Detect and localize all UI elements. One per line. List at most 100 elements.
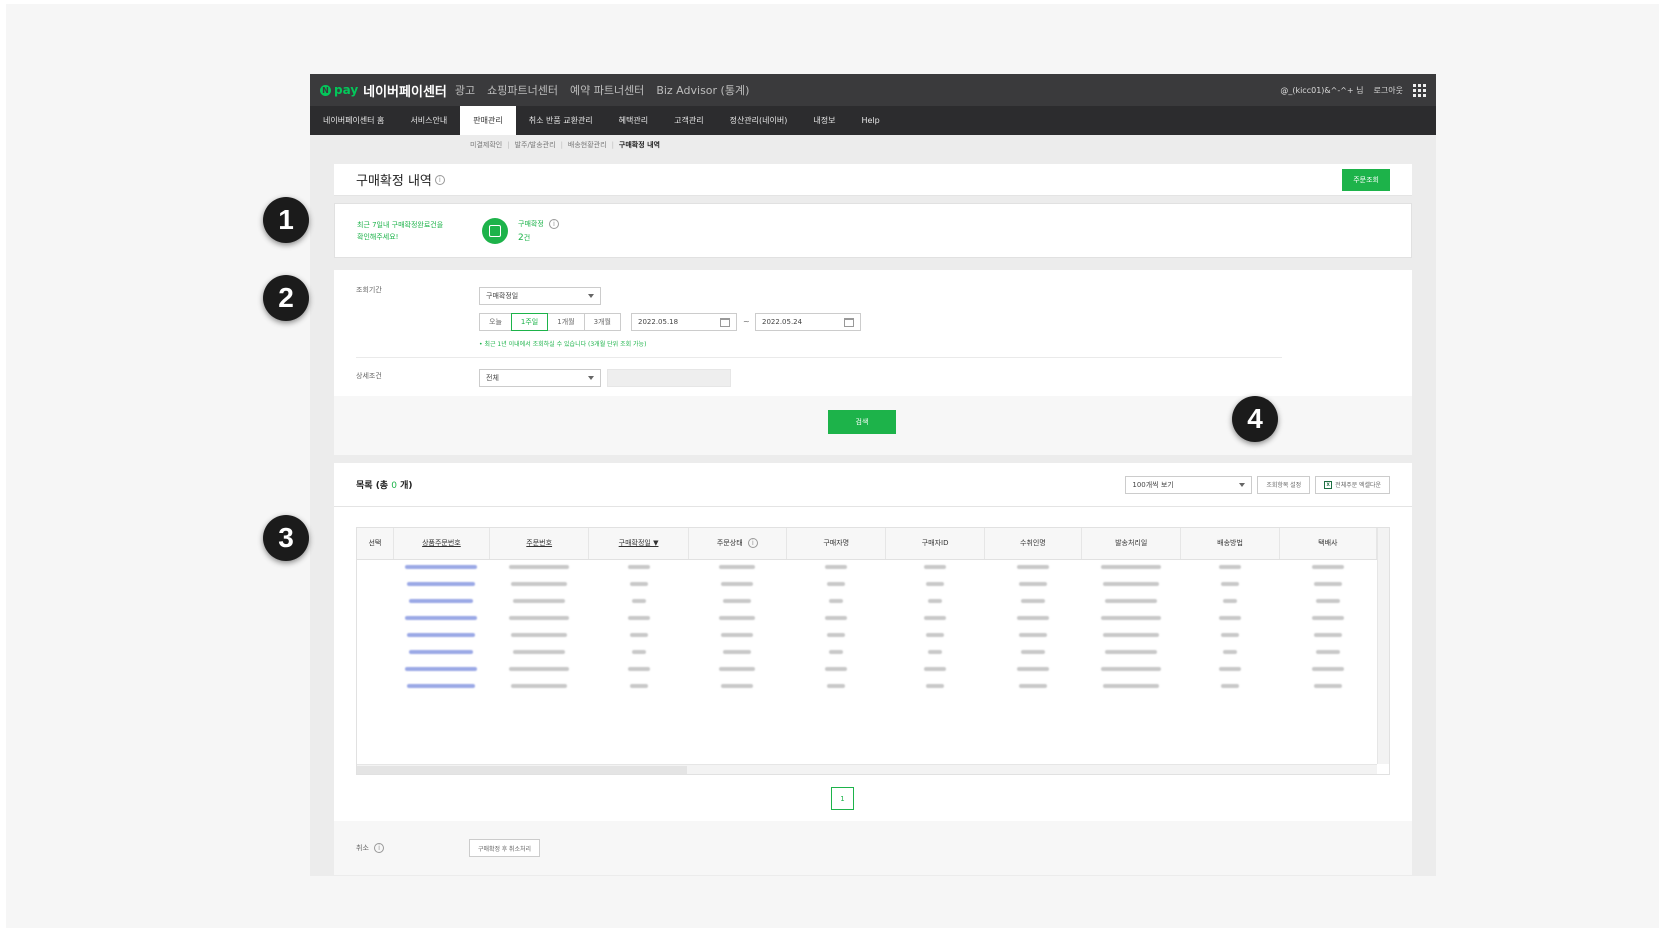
nav-item-help[interactable]: Help: [848, 106, 892, 135]
table-cell: [589, 610, 688, 627]
top-link-biz-advisor[interactable]: Biz Advisor (통계): [656, 82, 749, 98]
table-cell: [490, 627, 589, 644]
detail-search-input[interactable]: [607, 369, 731, 387]
search-button[interactable]: 검색: [828, 410, 896, 434]
detail-condition-select[interactable]: 전체: [479, 369, 601, 387]
blurred-link: [405, 666, 478, 671]
table-cell[interactable]: [393, 661, 489, 678]
npay-logo-mark: N: [320, 84, 331, 96]
info-icon[interactable]: i: [374, 843, 385, 853]
nav-item-cancel-return-exchange[interactable]: 취소 반품 교환관리: [516, 106, 606, 135]
main-nav: 네이버페이센터 홈 서비스안내 판매관리 취소 반품 교환관리 혜택관리 고객관…: [310, 106, 1436, 135]
table-cell: [490, 644, 589, 661]
horizontal-scrollbar[interactable]: [357, 764, 1377, 774]
col-order-no[interactable]: 주문번호: [489, 528, 590, 560]
blurred-text: [827, 632, 846, 637]
end-date-field[interactable]: 2022.05.24: [755, 313, 861, 331]
table-cell: [886, 661, 984, 678]
start-date-field[interactable]: 2022.05.18: [631, 313, 737, 331]
top-link-ad[interactable]: 광고: [455, 82, 475, 98]
table-cell: [589, 678, 688, 695]
table-cell[interactable]: [393, 593, 489, 610]
range-1month-button[interactable]: 1개월: [547, 313, 585, 331]
blurred-text: [1315, 649, 1340, 654]
subnav-item-unpaid[interactable]: 미결제확인: [470, 140, 502, 150]
blurred-text: [825, 666, 848, 671]
vertical-scrollbar[interactable]: [1377, 528, 1389, 764]
top-bar: N pay 네이버페이센터 광고 쇼핑파트너센터 예약 파트너센터 Biz Ad…: [310, 74, 1436, 106]
order-search-button[interactable]: 주문조회: [1342, 168, 1390, 191]
excel-download-button[interactable]: x 전체주문 엑셀다운: [1315, 475, 1390, 494]
col-confirmed-date[interactable]: 구매확정일 ▼: [588, 528, 689, 560]
table-cell: [589, 576, 688, 593]
table-cell: [787, 627, 886, 644]
order-table-container: 선택 상품주문번호 주문번호 구매확정일 ▼ 주문상태 i 구매자명 구매자ID…: [356, 527, 1390, 775]
table-row[interactable]: [357, 559, 1377, 576]
table-row[interactable]: [357, 661, 1377, 678]
calendar-icon[interactable]: [844, 317, 854, 327]
top-link-reservation-partner[interactable]: 예약 파트너센터: [570, 82, 644, 98]
col-buyer-name: 구매자명: [786, 528, 887, 560]
table-cell: [589, 559, 688, 576]
table-cell: [886, 559, 984, 576]
subnav-item-order-shipping[interactable]: 발주/발송관리: [515, 140, 556, 150]
brand-title[interactable]: 네이버페이센터: [363, 81, 447, 100]
nav-item-settlement[interactable]: 정산관리(네이버): [717, 106, 801, 135]
nav-item-my-info[interactable]: 내정보: [800, 106, 848, 135]
npay-logo[interactable]: N pay: [320, 83, 358, 97]
table-cell[interactable]: [393, 576, 489, 593]
page-size-select[interactable]: 100개씩 보기: [1125, 475, 1253, 494]
logout-link[interactable]: 로그아웃: [1374, 85, 1403, 96]
blurred-text: [721, 683, 754, 688]
range-today-button[interactable]: 오늘: [479, 313, 512, 331]
naver-pay-center-app: N pay 네이버페이센터 광고 쇼핑파트너센터 예약 파트너센터 Biz Ad…: [310, 74, 1436, 876]
table-cell[interactable]: [393, 610, 489, 627]
range-1week-button[interactable]: 1주일: [510, 313, 549, 331]
info-icon[interactable]: i: [434, 174, 445, 185]
nav-item-sales-management[interactable]: 판매관리: [460, 106, 516, 135]
table-row[interactable]: [357, 644, 1377, 661]
nav-item-benefits[interactable]: 혜택관리: [606, 106, 661, 135]
nav-item-service-guide[interactable]: 서비스안내: [397, 106, 460, 135]
grid-icon[interactable]: [1413, 83, 1426, 97]
table-row[interactable]: [357, 610, 1377, 627]
blurred-text: [924, 666, 947, 671]
table-row[interactable]: [357, 678, 1377, 695]
cancel-after-confirm-button[interactable]: 구매확정 후 취소처리: [469, 839, 541, 857]
subnav-item-purchase-confirmed[interactable]: 구매확정 내역: [619, 140, 660, 150]
nav-item-home[interactable]: 네이버페이센터 홈: [310, 106, 397, 135]
page-button[interactable]: 1: [831, 787, 854, 810]
column-settings-button[interactable]: 조회항목 설정: [1257, 475, 1311, 494]
col-product-order-no[interactable]: 상품주문번호: [393, 528, 491, 560]
blurred-text: [719, 615, 756, 620]
blurred-text: [829, 649, 844, 654]
info-icon[interactable]: i: [549, 218, 559, 229]
date-type-select[interactable]: 구매확정일: [479, 287, 601, 305]
table-cell[interactable]: [393, 644, 489, 661]
table-cell[interactable]: [393, 627, 489, 644]
calendar-icon[interactable]: [720, 317, 730, 327]
table-cell[interactable]: [393, 559, 489, 576]
table-cell: [984, 576, 1081, 593]
table-cell[interactable]: [393, 678, 489, 695]
blurred-text: [1219, 615, 1242, 620]
table-cell: [984, 593, 1081, 610]
info-icon[interactable]: i: [747, 538, 758, 549]
blurred-text: [627, 564, 650, 569]
table-cell: [357, 610, 393, 627]
table-row[interactable]: [357, 576, 1377, 593]
table-cell: [1181, 627, 1279, 644]
table-cell: [1081, 661, 1180, 678]
purchase-confirmed-stat[interactable]: 구매확정 i 2건: [518, 217, 559, 245]
subnav-item-delivery-status[interactable]: 배송현황관리: [568, 140, 607, 150]
table-row[interactable]: [357, 593, 1377, 610]
table-cell: [490, 593, 589, 610]
blurred-text: [926, 683, 945, 688]
user-name[interactable]: @_(kicc01)&^-^+ 님: [1280, 85, 1363, 96]
blurred-text: [1018, 632, 1047, 637]
table-row[interactable]: [357, 627, 1377, 644]
blurred-text: [627, 615, 650, 620]
nav-item-customers[interactable]: 고객관리: [661, 106, 716, 135]
range-3month-button[interactable]: 3개월: [583, 313, 621, 331]
top-link-shopping-partner[interactable]: 쇼핑파트너센터: [487, 82, 558, 98]
